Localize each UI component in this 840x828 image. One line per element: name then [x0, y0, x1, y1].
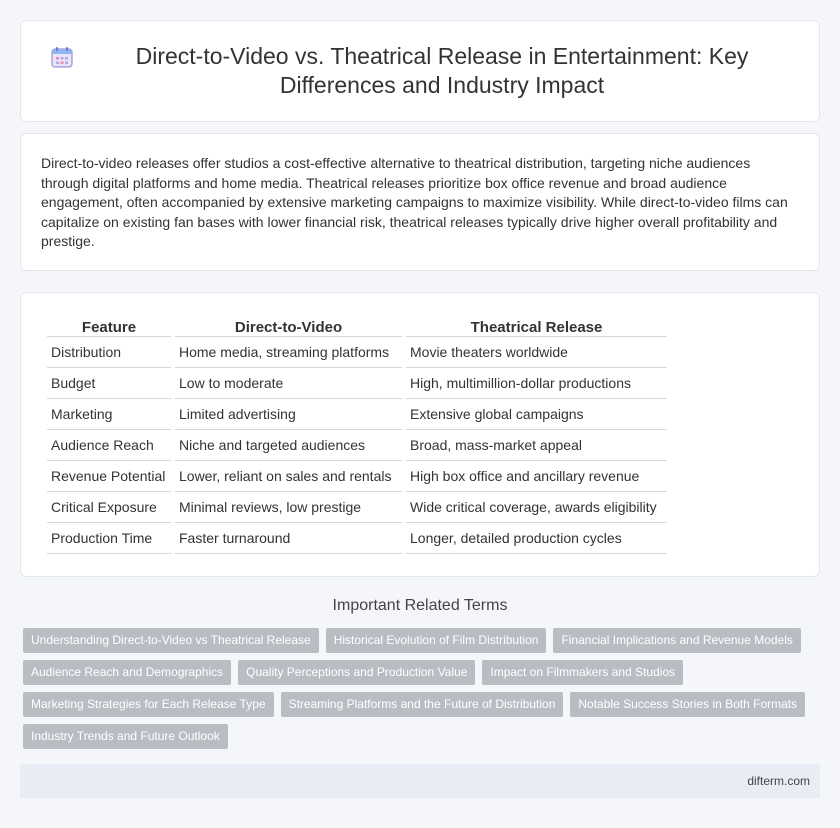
table-cell: Longer, detailed production cycles [406, 523, 667, 554]
table-cell: Low to moderate [175, 368, 402, 399]
table-cell: Lower, reliant on sales and rentals [175, 461, 402, 492]
table-cell: Movie theaters worldwide [406, 337, 667, 368]
table-cell: Faster turnaround [175, 523, 402, 554]
related-term-tag[interactable]: Audience Reach and Demographics [23, 660, 232, 685]
table-cell: Distribution [47, 337, 171, 368]
related-term-tag[interactable]: Streaming Platforms and the Future of Di… [280, 692, 564, 717]
table-cell: Extensive global campaigns [406, 399, 667, 430]
footer-site-link[interactable]: difterm.com [747, 774, 810, 788]
column-header-feature: Feature [47, 315, 171, 337]
table-cell: Budget [47, 368, 171, 399]
table-cell: Minimal reviews, low prestige [175, 492, 402, 523]
header-card: Direct-to-Video vs. Theatrical Release i… [20, 20, 820, 122]
comparison-table: Feature Direct-to-Video Theatrical Relea… [43, 315, 671, 554]
calendar-icon [51, 47, 73, 68]
footer: difterm.com [20, 764, 820, 798]
table-row: Critical Exposure Minimal reviews, low p… [47, 492, 667, 523]
related-term-tag[interactable]: Historical Evolution of Film Distributio… [325, 628, 547, 653]
related-term-tag[interactable]: Financial Implications and Revenue Model… [553, 628, 801, 653]
table-cell: High box office and ancillary revenue [406, 461, 667, 492]
column-header-theatrical-release: Theatrical Release [406, 315, 667, 337]
table-cell: Broad, mass-market appeal [406, 430, 667, 461]
table-cell: Home media, streaming platforms [175, 337, 402, 368]
table-cell: Audience Reach [47, 430, 171, 461]
table-cell: Revenue Potential [47, 461, 171, 492]
table-header-row: Feature Direct-to-Video Theatrical Relea… [47, 315, 667, 337]
table-cell: Marketing [47, 399, 171, 430]
intro-card: Direct-to-video releases offer studios a… [20, 133, 820, 271]
related-term-tag[interactable]: Impact on Filmmakers and Studios [482, 660, 684, 685]
table-row: Production Time Faster turnaround Longer… [47, 523, 667, 554]
comparison-card: Feature Direct-to-Video Theatrical Relea… [20, 292, 820, 577]
related-term-tag[interactable]: Notable Success Stories in Both Formats [570, 692, 806, 717]
table-cell: High, multimillion-dollar productions [406, 368, 667, 399]
table-cell: Limited advertising [175, 399, 402, 430]
related-term-tag[interactable]: Quality Perceptions and Production Value [238, 660, 476, 685]
table-cell: Niche and targeted audiences [175, 430, 402, 461]
related-term-tag[interactable]: Industry Trends and Future Outlook [23, 724, 228, 749]
page-title: Direct-to-Video vs. Theatrical Release i… [135, 43, 749, 98]
related-terms-list: Understanding Direct-to-Video vs Theatri… [23, 628, 823, 749]
table-cell: Production Time [47, 523, 171, 554]
table-cell: Wide critical coverage, awards eligibili… [406, 492, 667, 523]
related-term-tag[interactable]: Marketing Strategies for Each Release Ty… [23, 692, 274, 717]
table-row: Revenue Potential Lower, reliant on sale… [47, 461, 667, 492]
intro-paragraph: Direct-to-video releases offer studios a… [41, 155, 788, 250]
related-terms-heading: Important Related Terms [332, 597, 508, 614]
related-term-tag[interactable]: Understanding Direct-to-Video vs Theatri… [23, 628, 319, 653]
table-row: Audience Reach Niche and targeted audien… [47, 430, 667, 461]
table-row: Distribution Home media, streaming platf… [47, 337, 667, 368]
table-row: Marketing Limited advertising Extensive … [47, 399, 667, 430]
table-cell: Critical Exposure [47, 492, 171, 523]
table-row: Budget Low to moderate High, multimillio… [47, 368, 667, 399]
column-header-direct-to-video: Direct-to-Video [175, 315, 402, 337]
